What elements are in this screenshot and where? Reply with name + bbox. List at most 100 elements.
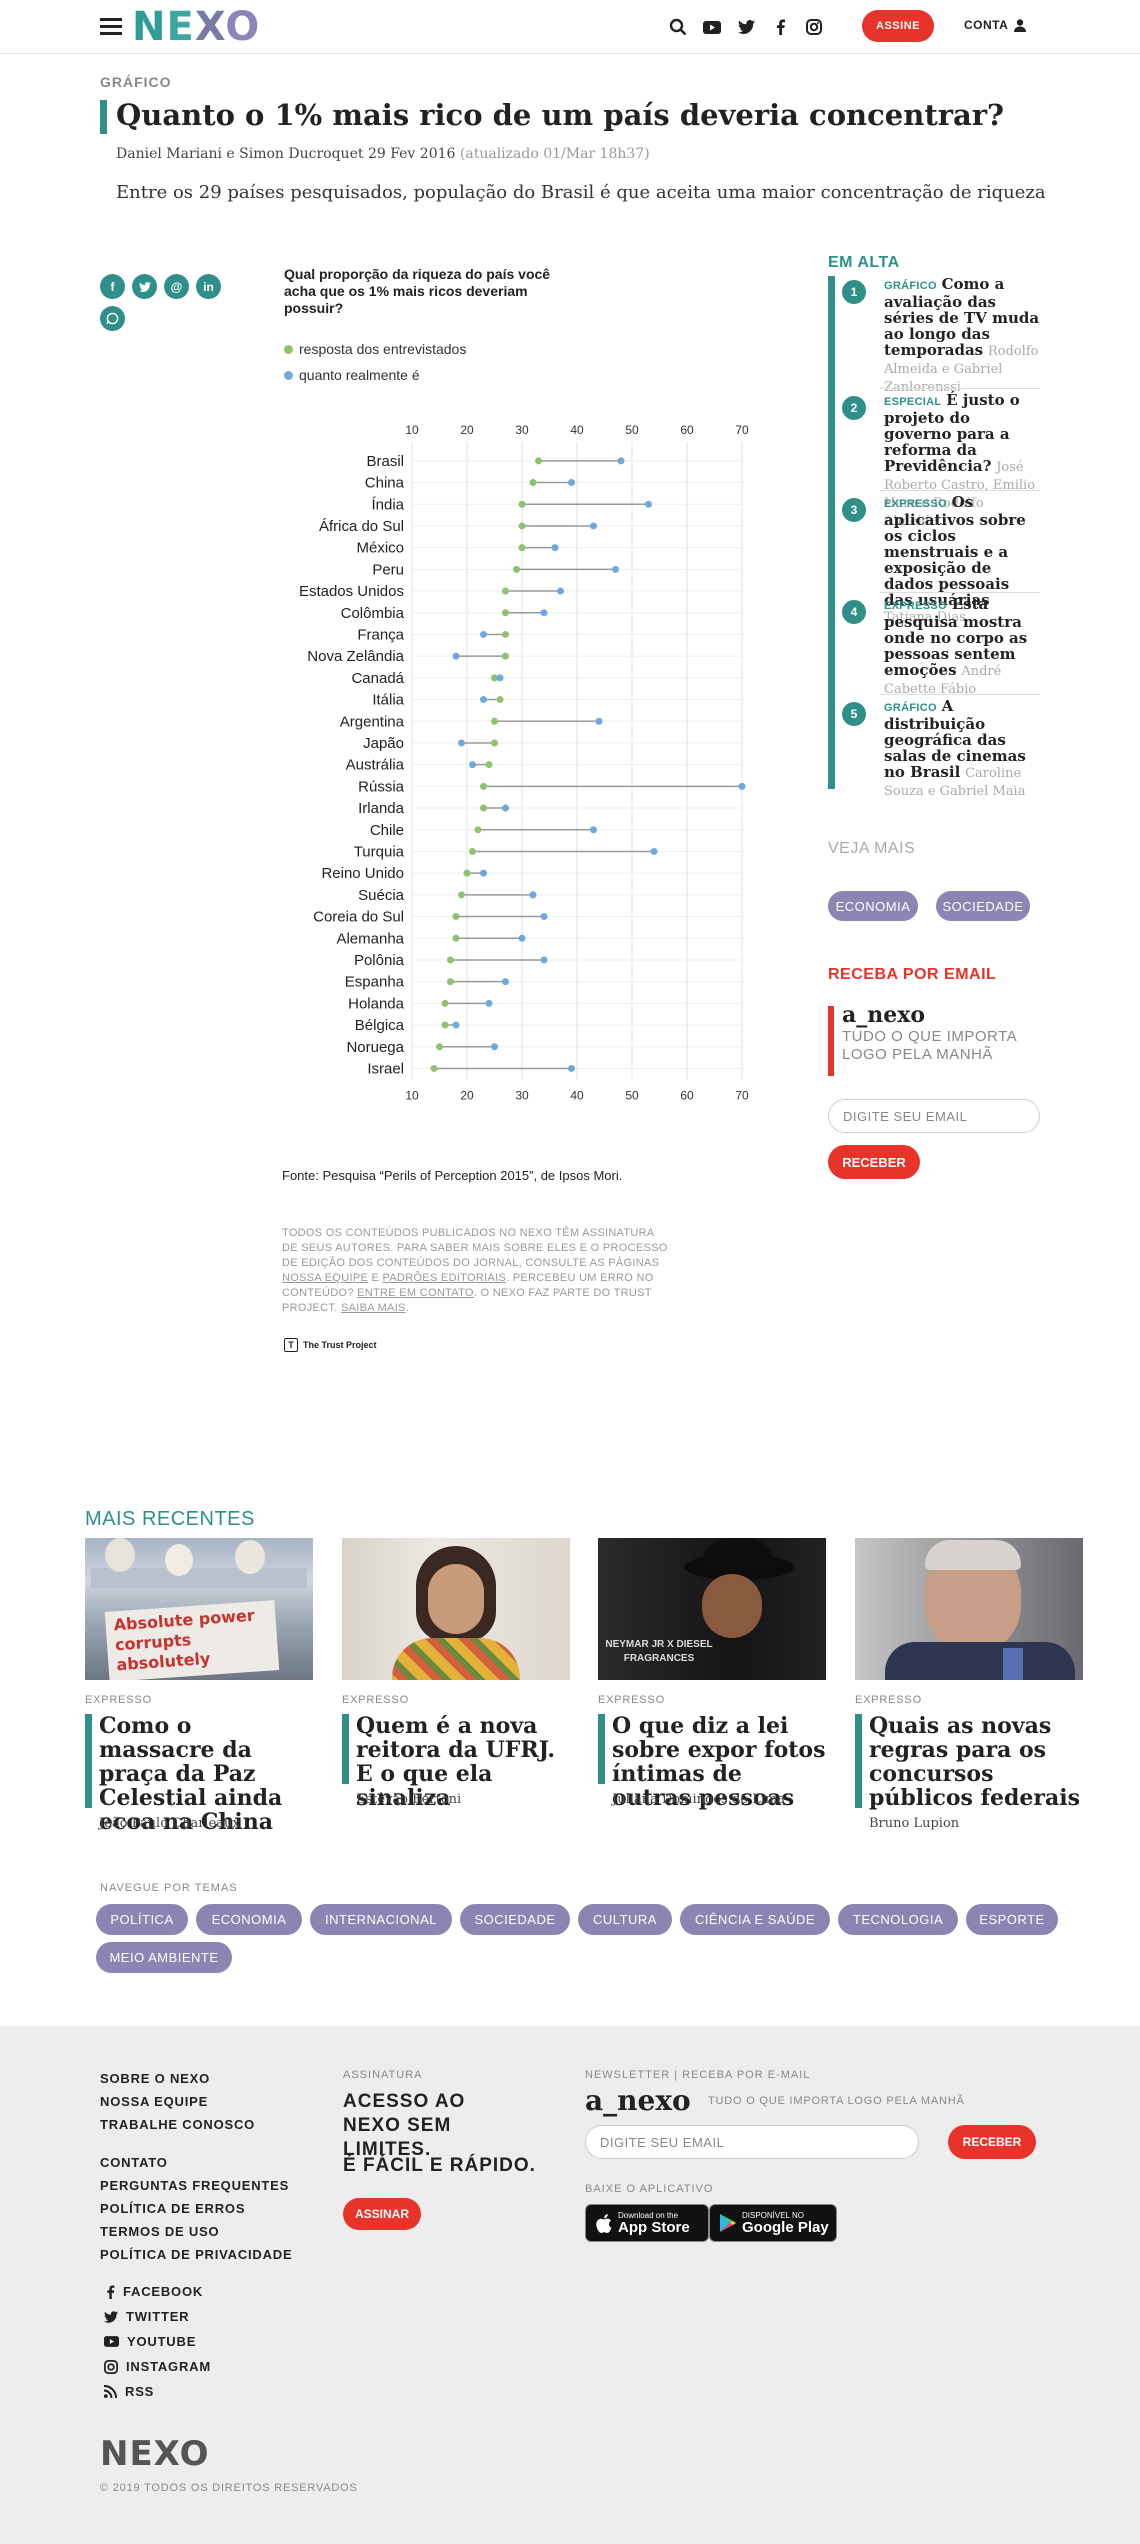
point-realidade (518, 934, 526, 942)
footer-link-erros[interactable]: POLÍTICA DE ERROS (100, 2201, 245, 2216)
category-label: China (365, 475, 405, 492)
em-alta-number: 2 (842, 396, 866, 420)
footer-twitter[interactable]: TWITTER (104, 2309, 189, 2324)
assinar-button[interactable]: ASSINAR (343, 2198, 421, 2230)
entre-em-contato-link[interactable]: ENTRE EM CONTATO (357, 1287, 474, 1299)
facebook-icon[interactable]: f (100, 274, 125, 299)
tema-tecnologia[interactable]: TECNOLOGIA (838, 1904, 958, 1935)
em-alta-item[interactable]: 4 EXPRESSO Esta pesquisa mostra onde no … (842, 596, 1040, 697)
tema-meio-ambiente[interactable]: MEIO AMBIENTE (96, 1942, 232, 1973)
footer-logo[interactable]: NEXO (100, 2434, 210, 2474)
conta-link[interactable]: CONTA (964, 18, 1027, 32)
footer-youtube[interactable]: YOUTUBE (104, 2334, 196, 2349)
legend-item-resposta: resposta dos entrevistados (284, 341, 466, 357)
legend-swatch-realidade (284, 370, 293, 380)
linkedin-icon[interactable]: in (196, 274, 221, 299)
user-icon (1014, 18, 1027, 32)
point-resposta (502, 630, 509, 638)
category-label: Coreia do Sul (313, 909, 404, 926)
tag-economia[interactable]: ECONOMIA (828, 891, 918, 921)
tag-sociedade[interactable]: SOCIEDADE (936, 891, 1030, 921)
article-card[interactable]: Absolute power corrupts absolutely EXPRE… (85, 1538, 313, 1834)
tema-esporte[interactable]: ESPORTE (966, 1904, 1058, 1935)
footer-receber-button[interactable]: RECEBER (948, 2125, 1036, 2159)
twitter-icon[interactable] (132, 274, 157, 299)
article-card[interactable]: NEYMAR JR X DIESEL FRAGRANCES EXPRESSO O… (598, 1538, 826, 1810)
x-tick-label-bottom: 60 (680, 1088, 694, 1102)
point-realidade (480, 696, 487, 704)
receber-button[interactable]: RECEBER (828, 1145, 920, 1179)
tema-internacional[interactable]: INTERNACIONAL (310, 1904, 452, 1935)
footer-link-sobre[interactable]: SOBRE O NEXO (100, 2071, 210, 2086)
em-alta-tag: GRÁFICO (884, 702, 937, 714)
tema-cultura[interactable]: CULTURA (578, 1904, 672, 1935)
facebook-label: FACEBOOK (123, 2284, 204, 2299)
tema-ciencia-saude[interactable]: CIÊNCIA E SAÚDE (680, 1904, 830, 1935)
copyright: © 2019 TODOS OS DIREITOS RESERVADOS (100, 2482, 358, 2494)
footer-facebook[interactable]: FACEBOOK (106, 2284, 203, 2299)
point-resposta (447, 978, 454, 986)
x-tick-label-top: 20 (460, 423, 474, 437)
youtube-icon[interactable] (702, 17, 722, 37)
em-alta-item[interactable]: 2 ESPECIAL É justo o projeto do governo … (842, 392, 1040, 529)
receba-email-title: RECEBA POR EMAIL (828, 966, 997, 983)
tema-sociedade[interactable]: SOCIEDADE (460, 1904, 570, 1935)
trust-project-badge[interactable]: T The Trust Project (284, 1338, 377, 1352)
category-label: Noruega (346, 1039, 404, 1056)
twitter-label: TWITTER (126, 2309, 190, 2324)
category-label: Espanha (345, 974, 405, 991)
x-tick-label-top: 50 (625, 423, 639, 437)
footer-link-equipe[interactable]: NOSSA EQUIPE (100, 2094, 208, 2109)
em-alta-item[interactable]: 1 GRÁFICO Como a avaliação das séries de… (842, 276, 1040, 395)
footer-link-trabalhe[interactable]: TRABALHE CONOSCO (100, 2117, 255, 2132)
point-realidade (540, 956, 548, 964)
article-card[interactable]: EXPRESSO Quem é a nova reitora da UFRJ. … (342, 1538, 570, 1810)
nossa-equipe-link[interactable]: NOSSA EQUIPE (282, 1272, 368, 1284)
article-image: Absolute power corrupts absolutely (85, 1538, 313, 1680)
assinatura-headline-2: É FÁCIL E RÁPIDO. (343, 2155, 536, 2176)
menu-icon[interactable] (100, 18, 122, 35)
article-card[interactable]: EXPRESSO Quais as novas regras para os c… (855, 1538, 1083, 1831)
point-realidade (458, 739, 465, 747)
em-alta-number: 5 (842, 702, 866, 726)
article-byline: Daniel Mariani e Simon Ducroquet 29 Fev … (116, 146, 650, 162)
email-icon[interactable]: @ (164, 274, 189, 299)
chart-question: Qual proporção da riqueza do país você a… (284, 266, 551, 316)
footer-rss[interactable]: RSS (104, 2384, 154, 2399)
email-input[interactable]: DIGITE SEU EMAIL (828, 1099, 1040, 1133)
x-tick-label-bottom: 70 (735, 1088, 749, 1102)
x-tick-label-bottom: 30 (515, 1088, 529, 1102)
instagram-icon[interactable] (804, 17, 824, 37)
tema-economia[interactable]: ECONOMIA (196, 1904, 302, 1935)
facebook-icon[interactable] (770, 17, 790, 37)
em-alta-item[interactable]: 5 GRÁFICO A distribuição geográfica das … (842, 698, 1040, 799)
saiba-mais-link[interactable]: SAIBA MAIS (341, 1302, 406, 1314)
nexo-logo[interactable]: NEXO (132, 4, 260, 50)
footer-link-termos[interactable]: TERMOS DE USO (100, 2224, 219, 2239)
protest-sign: Absolute power corrupts absolutely (104, 1600, 280, 1680)
whatsapp-icon[interactable] (100, 306, 125, 331)
article-image (855, 1538, 1083, 1680)
search-icon[interactable] (668, 17, 688, 37)
padroes-editoriais-link[interactable]: PADRÕES EDITORIAIS (383, 1272, 507, 1284)
em-alta-number: 4 (842, 600, 866, 624)
em-alta-item[interactable]: 3 EXPRESSO Os aplicativos sobre os ciclo… (842, 494, 1040, 625)
tema-politica[interactable]: POLÍTICA (96, 1904, 188, 1935)
point-realidade (502, 804, 509, 812)
footer-link-privacidade[interactable]: POLÍTICA DE PRIVACIDADE (100, 2247, 292, 2262)
footer-link-contato[interactable]: CONTATO (100, 2155, 168, 2170)
footer-link-faq[interactable]: PERGUNTAS FREQUENTES (100, 2178, 289, 2193)
point-resposta (436, 1043, 443, 1051)
point-resposta (474, 826, 482, 834)
footer-instagram[interactable]: INSTAGRAM (104, 2359, 211, 2374)
point-realidade (568, 1064, 575, 1072)
point-resposta (441, 999, 449, 1007)
app-store-button[interactable]: Download on the App Store (585, 2204, 709, 2242)
assine-button[interactable]: ASSINE (862, 10, 934, 42)
footer-email-input[interactable]: DIGITE SEU EMAIL (585, 2125, 919, 2159)
point-resposta (502, 652, 509, 660)
twitter-icon[interactable] (736, 17, 756, 37)
google-play-button[interactable]: DISPONÍVEL NO Google Play (709, 2204, 837, 2242)
category-label: Canadá (351, 670, 404, 687)
em-alta-number: 3 (842, 498, 866, 522)
